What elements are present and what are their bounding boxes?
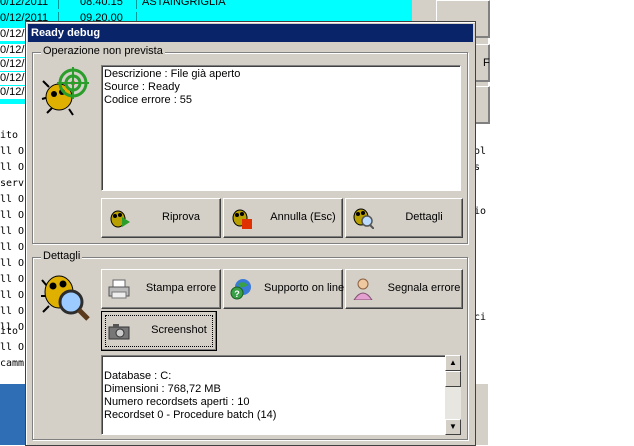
annulla-button[interactable]: Annulla (Esc) (223, 198, 343, 238)
bug-retry-icon (108, 207, 130, 229)
detail-line: Dimensioni : 768,72 MB (104, 383, 221, 395)
supporto-online-label: Supporto on line (264, 282, 345, 294)
scroll-thumb[interactable] (445, 371, 461, 387)
group-dettagli-label: Dettagli (41, 250, 83, 262)
bug-magnifier-icon (352, 207, 375, 230)
person-report-icon (352, 278, 374, 301)
grid-cell-date: 0/12/ (0, 86, 25, 98)
log-line: ll O (0, 242, 25, 253)
ready-debug-dialog: Ready debug Operazione non prevista Desc… (25, 21, 476, 446)
log-line: ll O (0, 342, 25, 353)
grid-row[interactable]: 0/12/ (0, 44, 25, 57)
log-line: ll O (0, 194, 25, 205)
stampa-errore-label: Stampa errore (145, 282, 217, 294)
segnala-errore-label: Segnala errore (387, 282, 461, 294)
detail-line: Numero recordsets aperti : 10 (104, 396, 250, 408)
globe-help-icon: ? (230, 278, 252, 300)
grid-cell-date: 0/12/ (0, 28, 25, 40)
details-text-box[interactable]: Database : C: Dimensioni : 768,72 MB Num… (101, 355, 447, 435)
riprova-label: Riprova (162, 211, 200, 223)
details-scrollbar[interactable]: ▲ ▼ (445, 355, 461, 435)
log-line: ll O (0, 146, 25, 157)
group-dettagli: Dettagli Stampa errore ? Supporto on lin… (32, 250, 468, 440)
grid-cell-date: 0/12/ (0, 72, 25, 84)
side-panel-label: F (483, 57, 490, 69)
log-line: ll O (0, 306, 25, 317)
grid-cell-date: 0/12/ (0, 44, 25, 56)
grid-cell-date: 0/12/2011 (0, 0, 49, 8)
riprova-button[interactable]: Riprova (101, 198, 221, 238)
log-line: ll O (0, 162, 25, 173)
error-description-box[interactable]: Descrizione : File già aperto Source : R… (101, 65, 461, 191)
camera-icon (108, 320, 130, 342)
grid-row[interactable]: 0/12/ (0, 86, 25, 99)
log-line: ll O (0, 226, 25, 237)
log-line: ito (0, 130, 19, 141)
grid-row[interactable]: 0/12/ (0, 72, 25, 85)
bug-target-icon (41, 67, 91, 117)
error-line: Codice errore : 55 (104, 94, 193, 106)
log-line: ll O (0, 210, 25, 221)
dettagli-label: Dettagli (405, 211, 443, 223)
screenshot-label: Screenshot (151, 324, 207, 336)
group-operazione-label: Operazione non prevista (41, 45, 165, 57)
dialog-title: Ready debug (31, 27, 101, 39)
supporto-online-button[interactable]: ? Supporto on line (223, 269, 345, 309)
svg-text:?: ? (234, 289, 240, 299)
detail-line: Database : C: (104, 370, 172, 382)
error-line: Descrizione : File già aperto (104, 68, 241, 80)
log-line: ito (0, 326, 19, 337)
grid-cell-name: ASTAINGRIGLIA (142, 0, 226, 8)
grid-cell-time: 08.40.15 (80, 0, 123, 8)
screenshot-button[interactable]: Screenshot (101, 311, 217, 351)
dialog-titlebar[interactable]: Ready debug (28, 24, 473, 42)
grid-row[interactable]: 0/12/ (0, 28, 25, 41)
grid-cell-date: 0/12/ (0, 58, 25, 70)
scroll-down-icon[interactable]: ▼ (445, 419, 461, 435)
log-line: serv (0, 178, 25, 189)
error-line: Source : Ready (104, 81, 180, 93)
annulla-label: Annulla (Esc) (270, 211, 336, 223)
dettagli-button[interactable]: Dettagli (345, 198, 463, 238)
grid-row[interactable]: 0/12/ (0, 58, 25, 71)
group-operazione: Operazione non prevista Descrizione : Fi… (32, 45, 468, 244)
log-line: ll O (0, 274, 25, 285)
grid-row[interactable]: 0/12/2011 08.40.15 ASTAINGRIGLIA (0, 0, 412, 9)
scroll-up-icon[interactable]: ▲ (445, 355, 461, 371)
printer-icon (108, 278, 130, 300)
log-line: ll O (0, 290, 25, 301)
log-line: ll O (0, 258, 25, 269)
bug-cancel-icon (230, 207, 252, 229)
log-line: camm (0, 358, 25, 369)
bug-magnifier-icon (41, 272, 91, 322)
detail-line: Recordset 0 - Procedure batch (14) (104, 409, 277, 421)
segnala-errore-button[interactable]: Segnala errore (345, 269, 463, 309)
stampa-errore-button[interactable]: Stampa errore (101, 269, 221, 309)
